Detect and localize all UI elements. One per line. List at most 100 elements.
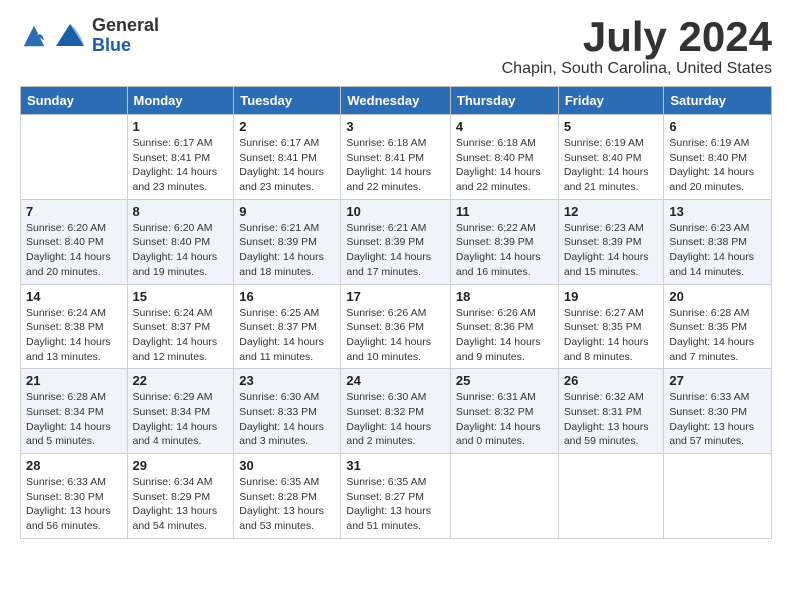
logo-shape-icon	[52, 18, 88, 54]
calendar-cell: 15 Sunrise: 6:24 AMSunset: 8:37 PMDaylig…	[127, 284, 234, 369]
day-number: 24	[346, 373, 445, 388]
day-number: 10	[346, 204, 445, 219]
day-number: 2	[239, 119, 335, 134]
day-info: Sunrise: 6:31 AMSunset: 8:32 PMDaylight:…	[456, 391, 541, 447]
day-info: Sunrise: 6:23 AMSunset: 8:39 PMDaylight:…	[564, 222, 649, 278]
day-info: Sunrise: 6:35 AMSunset: 8:28 PMDaylight:…	[239, 476, 324, 532]
day-info: Sunrise: 6:19 AMSunset: 8:40 PMDaylight:…	[669, 137, 754, 193]
day-number: 4	[456, 119, 553, 134]
day-info: Sunrise: 6:20 AMSunset: 8:40 PMDaylight:…	[26, 222, 111, 278]
day-number: 28	[26, 458, 122, 473]
calendar-cell: 18 Sunrise: 6:26 AMSunset: 8:36 PMDaylig…	[450, 284, 558, 369]
day-number: 9	[239, 204, 335, 219]
day-number: 7	[26, 204, 122, 219]
day-number: 19	[564, 289, 659, 304]
calendar-cell	[558, 454, 664, 539]
day-number: 20	[669, 289, 766, 304]
day-number: 1	[133, 119, 229, 134]
calendar-cell: 6 Sunrise: 6:19 AMSunset: 8:40 PMDayligh…	[664, 115, 772, 200]
day-number: 21	[26, 373, 122, 388]
logo-general: General	[92, 16, 159, 36]
day-number: 3	[346, 119, 445, 134]
calendar-cell	[21, 115, 128, 200]
calendar-cell: 9 Sunrise: 6:21 AMSunset: 8:39 PMDayligh…	[234, 199, 341, 284]
calendar-cell: 24 Sunrise: 6:30 AMSunset: 8:32 PMDaylig…	[341, 369, 451, 454]
week-row-2: 7 Sunrise: 6:20 AMSunset: 8:40 PMDayligh…	[21, 199, 772, 284]
logo-text: General Blue	[92, 16, 159, 56]
calendar-cell: 19 Sunrise: 6:27 AMSunset: 8:35 PMDaylig…	[558, 284, 664, 369]
calendar-cell: 4 Sunrise: 6:18 AMSunset: 8:40 PMDayligh…	[450, 115, 558, 200]
day-number: 18	[456, 289, 553, 304]
calendar-cell: 23 Sunrise: 6:30 AMSunset: 8:33 PMDaylig…	[234, 369, 341, 454]
calendar-cell: 26 Sunrise: 6:32 AMSunset: 8:31 PMDaylig…	[558, 369, 664, 454]
logo-icon	[20, 22, 48, 50]
day-number: 29	[133, 458, 229, 473]
week-row-3: 14 Sunrise: 6:24 AMSunset: 8:38 PMDaylig…	[21, 284, 772, 369]
calendar-cell: 25 Sunrise: 6:31 AMSunset: 8:32 PMDaylig…	[450, 369, 558, 454]
day-info: Sunrise: 6:24 AMSunset: 8:37 PMDaylight:…	[133, 307, 218, 363]
calendar-cell: 3 Sunrise: 6:18 AMSunset: 8:41 PMDayligh…	[341, 115, 451, 200]
calendar-header-row: SundayMondayTuesdayWednesdayThursdayFrid…	[21, 87, 772, 115]
calendar-cell: 11 Sunrise: 6:22 AMSunset: 8:39 PMDaylig…	[450, 199, 558, 284]
day-number: 17	[346, 289, 445, 304]
calendar-table: SundayMondayTuesdayWednesdayThursdayFrid…	[20, 86, 772, 539]
calendar-cell: 16 Sunrise: 6:25 AMSunset: 8:37 PMDaylig…	[234, 284, 341, 369]
calendar-cell: 31 Sunrise: 6:35 AMSunset: 8:27 PMDaylig…	[341, 454, 451, 539]
day-number: 26	[564, 373, 659, 388]
header-saturday: Saturday	[664, 87, 772, 115]
day-info: Sunrise: 6:24 AMSunset: 8:38 PMDaylight:…	[26, 307, 111, 363]
day-info: Sunrise: 6:18 AMSunset: 8:41 PMDaylight:…	[346, 137, 431, 193]
day-info: Sunrise: 6:30 AMSunset: 8:33 PMDaylight:…	[239, 391, 324, 447]
header-sunday: Sunday	[21, 87, 128, 115]
day-info: Sunrise: 6:33 AMSunset: 8:30 PMDaylight:…	[669, 391, 754, 447]
day-number: 5	[564, 119, 659, 134]
day-info: Sunrise: 6:22 AMSunset: 8:39 PMDaylight:…	[456, 222, 541, 278]
day-info: Sunrise: 6:25 AMSunset: 8:37 PMDaylight:…	[239, 307, 324, 363]
day-number: 25	[456, 373, 553, 388]
day-number: 11	[456, 204, 553, 219]
day-info: Sunrise: 6:34 AMSunset: 8:29 PMDaylight:…	[133, 476, 218, 532]
day-info: Sunrise: 6:23 AMSunset: 8:38 PMDaylight:…	[669, 222, 754, 278]
day-number: 30	[239, 458, 335, 473]
calendar-cell: 5 Sunrise: 6:19 AMSunset: 8:40 PMDayligh…	[558, 115, 664, 200]
day-number: 23	[239, 373, 335, 388]
day-number: 15	[133, 289, 229, 304]
day-number: 31	[346, 458, 445, 473]
calendar-cell: 2 Sunrise: 6:17 AMSunset: 8:41 PMDayligh…	[234, 115, 341, 200]
day-info: Sunrise: 6:26 AMSunset: 8:36 PMDaylight:…	[456, 307, 541, 363]
page-header: General Blue July 2024 Chapin, South Car…	[20, 16, 772, 78]
day-number: 27	[669, 373, 766, 388]
header-friday: Friday	[558, 87, 664, 115]
calendar-cell: 7 Sunrise: 6:20 AMSunset: 8:40 PMDayligh…	[21, 199, 128, 284]
day-info: Sunrise: 6:28 AMSunset: 8:35 PMDaylight:…	[669, 307, 754, 363]
day-info: Sunrise: 6:21 AMSunset: 8:39 PMDaylight:…	[346, 222, 431, 278]
day-info: Sunrise: 6:33 AMSunset: 8:30 PMDaylight:…	[26, 476, 111, 532]
day-info: Sunrise: 6:27 AMSunset: 8:35 PMDaylight:…	[564, 307, 649, 363]
calendar-cell: 14 Sunrise: 6:24 AMSunset: 8:38 PMDaylig…	[21, 284, 128, 369]
calendar-cell: 13 Sunrise: 6:23 AMSunset: 8:38 PMDaylig…	[664, 199, 772, 284]
week-row-4: 21 Sunrise: 6:28 AMSunset: 8:34 PMDaylig…	[21, 369, 772, 454]
day-number: 16	[239, 289, 335, 304]
calendar-cell: 30 Sunrise: 6:35 AMSunset: 8:28 PMDaylig…	[234, 454, 341, 539]
day-info: Sunrise: 6:30 AMSunset: 8:32 PMDaylight:…	[346, 391, 431, 447]
title-area: July 2024 Chapin, South Carolina, United…	[502, 16, 772, 78]
calendar-cell	[664, 454, 772, 539]
location-title: Chapin, South Carolina, United States	[502, 60, 772, 78]
header-wednesday: Wednesday	[341, 87, 451, 115]
calendar-cell: 29 Sunrise: 6:34 AMSunset: 8:29 PMDaylig…	[127, 454, 234, 539]
calendar-cell: 20 Sunrise: 6:28 AMSunset: 8:35 PMDaylig…	[664, 284, 772, 369]
calendar-cell: 8 Sunrise: 6:20 AMSunset: 8:40 PMDayligh…	[127, 199, 234, 284]
day-info: Sunrise: 6:35 AMSunset: 8:27 PMDaylight:…	[346, 476, 431, 532]
day-info: Sunrise: 6:32 AMSunset: 8:31 PMDaylight:…	[564, 391, 649, 447]
day-info: Sunrise: 6:17 AMSunset: 8:41 PMDaylight:…	[239, 137, 324, 193]
header-thursday: Thursday	[450, 87, 558, 115]
calendar-cell: 12 Sunrise: 6:23 AMSunset: 8:39 PMDaylig…	[558, 199, 664, 284]
calendar-cell: 27 Sunrise: 6:33 AMSunset: 8:30 PMDaylig…	[664, 369, 772, 454]
day-number: 22	[133, 373, 229, 388]
month-title: July 2024	[502, 16, 772, 58]
calendar-cell: 22 Sunrise: 6:29 AMSunset: 8:34 PMDaylig…	[127, 369, 234, 454]
day-info: Sunrise: 6:26 AMSunset: 8:36 PMDaylight:…	[346, 307, 431, 363]
logo: General Blue	[20, 16, 159, 56]
day-info: Sunrise: 6:28 AMSunset: 8:34 PMDaylight:…	[26, 391, 111, 447]
calendar-cell: 21 Sunrise: 6:28 AMSunset: 8:34 PMDaylig…	[21, 369, 128, 454]
